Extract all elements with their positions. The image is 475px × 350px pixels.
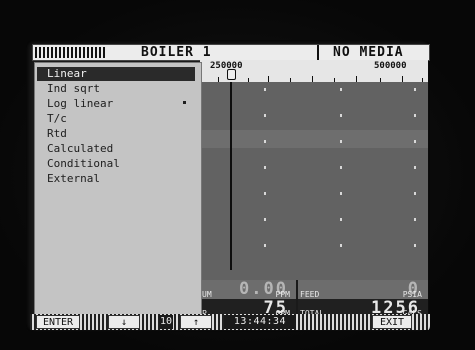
title-hatch-pattern bbox=[35, 47, 105, 58]
input-type-menu: Linear Ind sqrt Log linear T/c Rtd Calcu… bbox=[34, 62, 202, 317]
menu-item-tc[interactable]: T/c bbox=[35, 112, 195, 126]
title-bar: BOILER 1 NO MEDIA bbox=[32, 44, 430, 61]
menu-item-linear[interactable]: Linear bbox=[37, 67, 195, 81]
plot-area bbox=[200, 82, 428, 280]
title-divider bbox=[317, 45, 319, 60]
scale-pointer-icon[interactable] bbox=[227, 69, 236, 80]
exit-button[interactable]: EXIT bbox=[372, 315, 412, 329]
menu-item-calculated[interactable]: Calculated bbox=[35, 142, 195, 156]
grid-column bbox=[340, 88, 342, 268]
softkey-bar: ENTER ↓ 10 ↑ 13:44:34 EXIT bbox=[30, 314, 430, 330]
grid-column bbox=[264, 88, 266, 268]
readout-top-right-label: FEED bbox=[300, 290, 320, 299]
readout-top-right: 0 FEED PSIA bbox=[298, 279, 428, 299]
page-number: 10 bbox=[159, 315, 173, 329]
readout-top-left-label: UM bbox=[202, 290, 212, 299]
enter-button[interactable]: ENTER bbox=[36, 315, 80, 329]
scale-bar: 250000 500000 bbox=[200, 60, 428, 82]
scale-max-label: 500000 bbox=[374, 61, 407, 71]
menu-item-conditional[interactable]: Conditional bbox=[35, 157, 195, 171]
display-screen: BOILER 1 NO MEDIA 250000 500000 0.00 UM … bbox=[26, 40, 430, 332]
readout-grid: 0.00 UM PPM 0 FEED PSIA 75 P GPM 1256 TO… bbox=[200, 279, 428, 318]
media-status: NO MEDIA bbox=[333, 45, 404, 60]
up-arrow-button[interactable]: ↑ bbox=[180, 315, 212, 329]
plot-band bbox=[200, 130, 428, 148]
menu-item-log-linear[interactable]: Log linear bbox=[35, 97, 195, 111]
page-title: BOILER 1 bbox=[141, 45, 212, 60]
grid-column bbox=[414, 88, 416, 268]
trend-line bbox=[230, 82, 232, 270]
menu-dot bbox=[183, 101, 186, 104]
down-arrow-button[interactable]: ↓ bbox=[108, 315, 140, 329]
readout-top-left: 0.00 UM PPM bbox=[200, 279, 296, 299]
clock-display: 13:44:34 bbox=[224, 315, 296, 329]
menu-item-external[interactable]: External bbox=[35, 172, 195, 186]
menu-item-ind-sqrt[interactable]: Ind sqrt bbox=[35, 82, 195, 96]
trend-chart: 250000 500000 bbox=[200, 60, 428, 280]
menu-item-rtd[interactable]: Rtd bbox=[35, 127, 195, 141]
